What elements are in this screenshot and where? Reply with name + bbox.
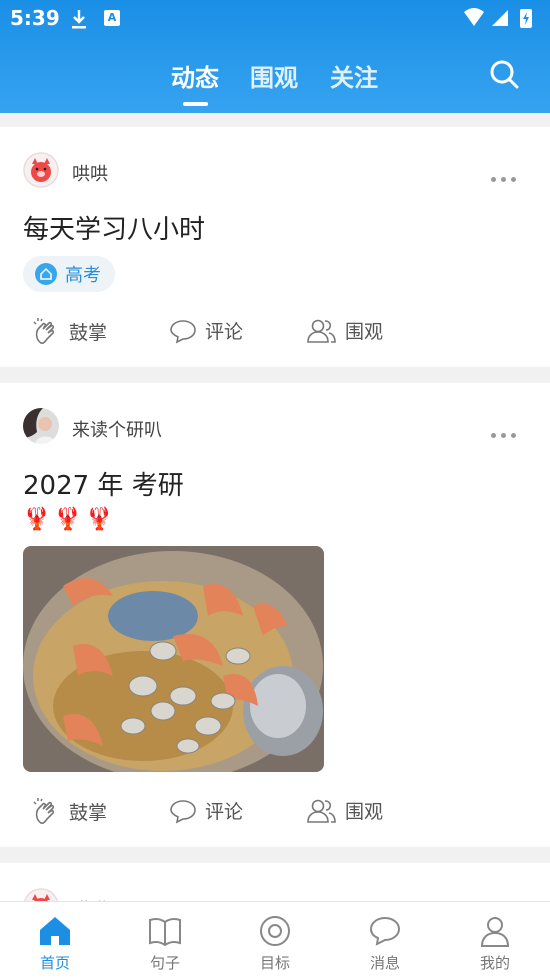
- top-tabs: 动态 围观 关注: [0, 52, 550, 106]
- post-card[interactable]: 哄哄: [0, 863, 550, 903]
- home-tag-icon: [35, 263, 57, 285]
- home-icon: [40, 917, 70, 945]
- nav-goals[interactable]: 目标: [220, 902, 330, 979]
- user-photo-avatar: [23, 408, 59, 444]
- comment-label: 评论: [205, 801, 244, 823]
- more-icon[interactable]: [491, 423, 521, 438]
- tab-dynamic[interactable]: 动态: [171, 58, 219, 93]
- nav-home[interactable]: 首页: [0, 902, 110, 979]
- seafood-photo: [23, 546, 324, 772]
- nav-goals-label: 目标: [259, 954, 290, 972]
- post-title: 2027 年 考研: [23, 471, 184, 501]
- nav-me[interactable]: 我的: [440, 902, 550, 979]
- nav-me-label: 我的: [479, 954, 510, 972]
- watch-label: 围观: [345, 321, 384, 343]
- people-icon: [307, 799, 336, 823]
- clap-button[interactable]: 鼓掌: [31, 317, 107, 345]
- nav-home-label: 首页: [39, 954, 70, 972]
- download-icon: [72, 10, 86, 29]
- message-icon: [369, 916, 401, 946]
- author-name[interactable]: 来读个研叭: [72, 416, 162, 442]
- search-icon[interactable]: [488, 58, 520, 90]
- nav-messages[interactable]: 消息: [330, 902, 440, 979]
- clap-icon: [33, 798, 55, 825]
- clap-label: 鼓掌: [69, 321, 108, 344]
- tab-follow[interactable]: 关注: [330, 58, 378, 93]
- post-card[interactable]: 来读个研叭 2027 年 考研 🦞🦞🦞 鼓掌 评论 围观: [0, 383, 550, 847]
- app-header: 5:39 A 动态 围观 关注: [0, 0, 550, 113]
- system-status-icons: [464, 8, 532, 28]
- clap-button[interactable]: 鼓掌: [31, 797, 107, 825]
- avatar[interactable]: [23, 152, 59, 188]
- comment-label: 评论: [205, 321, 244, 343]
- comment-icon: [170, 319, 196, 343]
- clap-label: 鼓掌: [69, 801, 108, 824]
- nav-sentences-label: 句子: [149, 954, 180, 972]
- watch-button[interactable]: 围观: [307, 317, 383, 344]
- user-icon: [480, 917, 510, 947]
- topic-tag[interactable]: 高考: [23, 256, 115, 292]
- more-icon[interactable]: [491, 167, 521, 182]
- app-store-icon: A: [104, 10, 120, 26]
- status-bar: 5:39 A: [0, 0, 550, 38]
- nav-messages-label: 消息: [369, 954, 400, 972]
- tab-indicator: [183, 102, 208, 106]
- people-icon: [307, 319, 336, 343]
- post-card[interactable]: 哄哄 每天学习八小时 高考 鼓掌 评论 围观: [0, 127, 550, 367]
- book-icon: [149, 917, 181, 947]
- pig-avatar-icon: [23, 152, 59, 188]
- nav-sentences[interactable]: 句子: [110, 902, 220, 979]
- clap-icon: [33, 318, 55, 345]
- lobster-emojis: 🦞🦞🦞: [23, 507, 118, 532]
- post-title: 每天学习八小时: [23, 215, 206, 245]
- watch-button[interactable]: 围观: [307, 797, 383, 824]
- author-name[interactable]: 哄哄: [72, 160, 108, 186]
- comment-icon: [170, 799, 196, 823]
- status-time: 5:39: [10, 6, 60, 30]
- bottom-nav: 首页 句子 目标 消息 我的: [0, 901, 550, 979]
- comment-button[interactable]: 评论: [169, 317, 243, 344]
- topic-tag-label: 高考: [65, 265, 101, 286]
- avatar[interactable]: [23, 408, 59, 444]
- target-icon: [260, 916, 290, 946]
- tab-watch[interactable]: 围观: [250, 58, 298, 93]
- post-photo[interactable]: [23, 546, 324, 772]
- comment-button[interactable]: 评论: [169, 797, 243, 824]
- watch-label: 围观: [345, 801, 384, 823]
